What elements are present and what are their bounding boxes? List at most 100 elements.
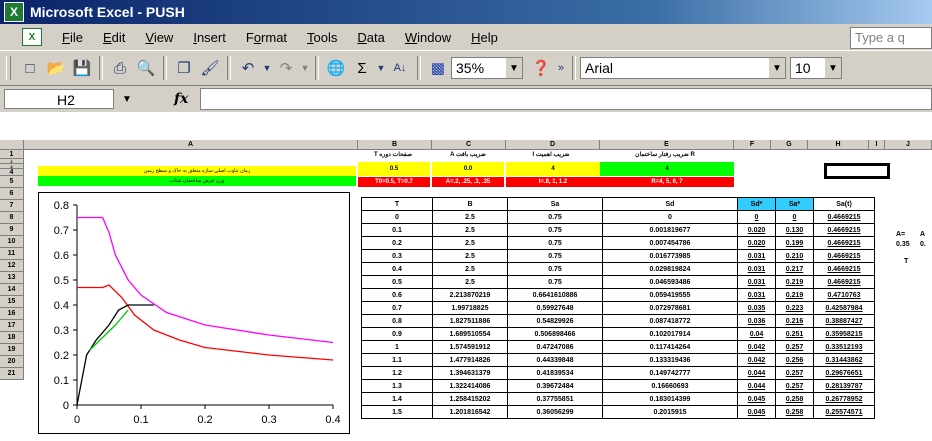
table-cell[interactable]: 0.219 [775,275,814,289]
table-cell[interactable]: 0.130 [775,223,814,237]
row-header-10[interactable]: 10 [0,236,24,248]
table-cell[interactable]: 0.251 [775,327,814,341]
table-cell[interactable]: 0.257 [775,379,814,393]
table-cell[interactable]: 0.031 [737,249,776,263]
zoom-select[interactable]: 35% ▼ [451,57,523,79]
new-file-icon[interactable]: □ [18,56,42,80]
excel-app-icon[interactable]: X [4,2,24,22]
table-cell[interactable]: 0.75 [507,262,603,276]
row-header-6[interactable]: 6 [0,188,24,200]
table-cell[interactable]: 0.031 [737,262,776,276]
table-cell[interactable]: 0.183014399 [602,392,738,406]
table-cell[interactable]: 0.2015915 [602,405,738,419]
autosum-icon[interactable]: Σ [350,56,374,80]
table-cell[interactable]: 0.045 [737,405,776,419]
table-cell[interactable]: 1.1 [361,353,433,367]
table-cell[interactable]: 0.007454786 [602,236,738,250]
row-header-21[interactable]: 21 [0,368,24,380]
table-cell[interactable]: 1.2 [361,366,433,380]
selected-cell-h2[interactable] [824,163,890,179]
insert-function-icon[interactable]: fx [174,91,188,107]
table-cell[interactable]: 0.044 [737,379,776,393]
table-cell[interactable]: 0.04 [737,327,776,341]
table-cell[interactable]: 0.6 [361,288,433,302]
table-cell[interactable]: 0.54829926 [507,314,603,328]
table-cell[interactable]: 0.6641610886 [507,288,603,302]
column-header-j[interactable]: J [885,140,932,150]
document-icon[interactable]: X [22,28,42,46]
formula-input[interactable] [200,88,932,110]
table-cell[interactable]: 0.39672484 [507,379,603,393]
table-cell[interactable]: 0.4 [361,262,433,276]
table-cell[interactable]: 0.75 [507,249,603,263]
table-cell[interactable]: 0 [361,210,433,224]
table-cell[interactable]: 2.5 [432,210,508,224]
table-cell[interactable]: 0.59927648 [507,301,603,315]
table-cell[interactable]: 0.257 [775,340,814,354]
row-header-17[interactable]: 17 [0,320,24,332]
row-header-13[interactable]: 13 [0,272,24,284]
column-header-b[interactable]: B [358,140,432,150]
table-cell[interactable]: 0.4669215 [813,262,875,276]
table-cell[interactable]: 0.117414264 [602,340,738,354]
undo-icon[interactable]: ↶ [236,56,260,80]
table-cell[interactable]: 0.029819824 [602,262,738,276]
table-cell[interactable]: 0.020 [737,223,776,237]
format-painter-icon[interactable]: 🖌 [198,56,222,80]
column-header-f[interactable]: F [734,140,771,150]
d-value-cell[interactable]: 4 [506,162,600,176]
save-icon[interactable]: 💾 [70,56,94,80]
table-cell[interactable]: 1.3 [361,379,433,393]
table-cell[interactable]: 0.072978681 [602,301,738,315]
table-cell[interactable]: 0.33512193 [813,340,875,354]
table-header-cell[interactable]: Sd [602,197,738,211]
column-header-c[interactable]: C [432,140,506,150]
column-header-h[interactable]: H [808,140,869,150]
column-header-g[interactable]: G [771,140,808,150]
table-cell[interactable]: 0.16660693 [602,379,738,393]
redo-icon[interactable]: ↷ [274,56,298,80]
table-cell[interactable]: 0.35958215 [813,327,875,341]
table-cell[interactable]: 0.016773985 [602,249,738,263]
chart-wizard-icon[interactable]: ▩ [426,56,450,80]
table-cell[interactable]: 0.042 [737,340,776,354]
table-cell[interactable]: 0.31443862 [813,353,875,367]
table-header-cell[interactable]: Sa* [775,197,814,211]
table-cell[interactable]: 0.75 [507,275,603,289]
table-cell[interactable]: 1.574591912 [432,340,508,354]
table-header-cell[interactable]: T [361,197,433,211]
chevron-down-icon[interactable]: ▼ [506,58,522,78]
column-header-i[interactable]: I [869,140,885,150]
table-cell[interactable]: 1.258415202 [432,392,508,406]
table-cell[interactable]: 0.2 [361,236,433,250]
table-cell[interactable]: 0.001819677 [602,223,738,237]
table-cell[interactable]: 0.133319436 [602,353,738,367]
undo-dropdown-icon[interactable]: ▼ [262,56,272,80]
table-header-cell[interactable]: B [432,197,508,211]
column-header-a[interactable]: A [24,140,358,150]
table-cell[interactable]: 2.213870219 [432,288,508,302]
table-cell[interactable]: 2.5 [432,275,508,289]
table-cell[interactable]: 0.36056299 [507,405,603,419]
table-cell[interactable]: 0.4669215 [813,236,875,250]
spectrum-chart[interactable]: 0 0.1 0.2 0.3 0.4 0.5 0.6 0.7 0.8 0 0.1 0.2 0.3 0.4 [38,192,350,434]
table-cell[interactable]: 1 [361,340,433,354]
open-folder-icon[interactable]: 📂 [44,56,68,80]
table-cell[interactable]: 0.046593486 [602,275,738,289]
table-cell[interactable]: 0.216 [775,314,814,328]
name-box[interactable]: H2 ▼ [4,89,132,109]
table-cell[interactable]: 2.5 [432,236,508,250]
table-cell[interactable]: 0.4710763 [813,288,875,302]
table-cell[interactable]: 0.75 [507,223,603,237]
print-icon[interactable]: ⎙ [108,56,132,80]
menu-insert[interactable]: Insert [183,30,236,45]
row-header-12[interactable]: 12 [0,260,24,272]
table-cell[interactable]: 1.99718825 [432,301,508,315]
help-search-input[interactable]: Type a q [850,27,932,49]
toolbar-grip[interactable] [6,56,11,80]
table-cell[interactable]: 0.031 [737,275,776,289]
c-value-cell[interactable]: 0.0 [432,162,504,176]
menu-data[interactable]: Data [347,30,394,45]
table-cell[interactable]: 0.7 [361,301,433,315]
select-all-corner[interactable] [0,140,24,150]
